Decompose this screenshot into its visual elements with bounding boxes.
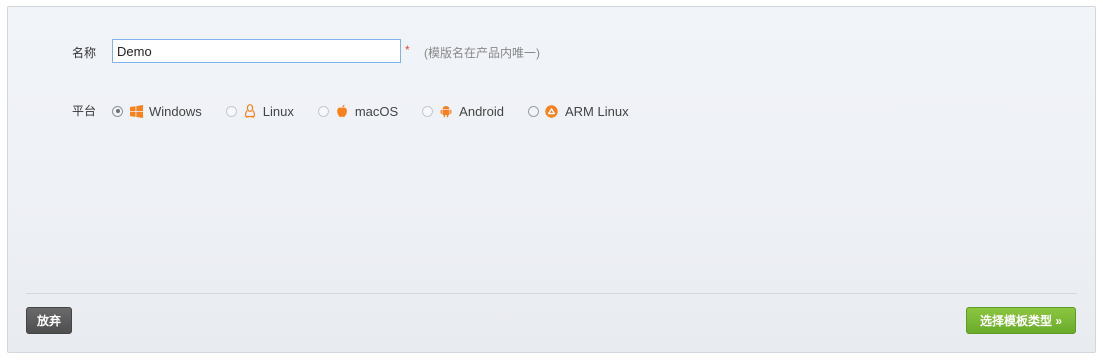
platform-label-android: Android bbox=[459, 103, 504, 119]
radio-macos[interactable] bbox=[317, 105, 329, 117]
template-form-panel: 名称 * (模版名在产品内唯一) 平台 Windows bbox=[7, 6, 1096, 353]
required-mark: * bbox=[405, 43, 410, 57]
radio-arm-linux[interactable] bbox=[527, 105, 539, 117]
platform-option-windows[interactable]: Windows bbox=[112, 104, 202, 119]
discard-button[interactable]: 放弃 bbox=[26, 307, 72, 334]
radio-android[interactable] bbox=[422, 105, 434, 117]
linux-tux-icon bbox=[243, 104, 257, 118]
apple-icon bbox=[335, 104, 349, 118]
platform-label-windows: Windows bbox=[149, 103, 202, 119]
windows-icon bbox=[129, 104, 143, 118]
platform-option-android[interactable]: Android bbox=[422, 104, 504, 119]
platform-label-arm-linux: ARM Linux bbox=[564, 103, 629, 119]
platform-label-linux: Linux bbox=[262, 103, 294, 119]
platform-label: 平台 bbox=[72, 104, 97, 118]
platform-option-macos[interactable]: macOS bbox=[317, 103, 399, 119]
platform-label-macos: macOS bbox=[354, 103, 399, 119]
name-hint: (模版名在产品内唯一) bbox=[424, 46, 540, 60]
radio-linux[interactable] bbox=[225, 105, 237, 117]
select-template-type-button[interactable]: 选择模板类型 » bbox=[966, 307, 1076, 334]
footer-divider bbox=[26, 293, 1077, 294]
platform-option-arm-linux[interactable]: ARM Linux bbox=[527, 103, 629, 119]
platform-radio-group: Windows Linux macOS Android ARM Linux bbox=[112, 101, 653, 121]
name-label: 名称 bbox=[72, 46, 97, 60]
radio-windows[interactable] bbox=[112, 105, 123, 117]
platform-option-linux[interactable]: Linux bbox=[225, 103, 294, 119]
android-icon bbox=[439, 104, 453, 118]
name-input[interactable] bbox=[112, 39, 401, 63]
arm-linux-icon bbox=[545, 104, 559, 118]
